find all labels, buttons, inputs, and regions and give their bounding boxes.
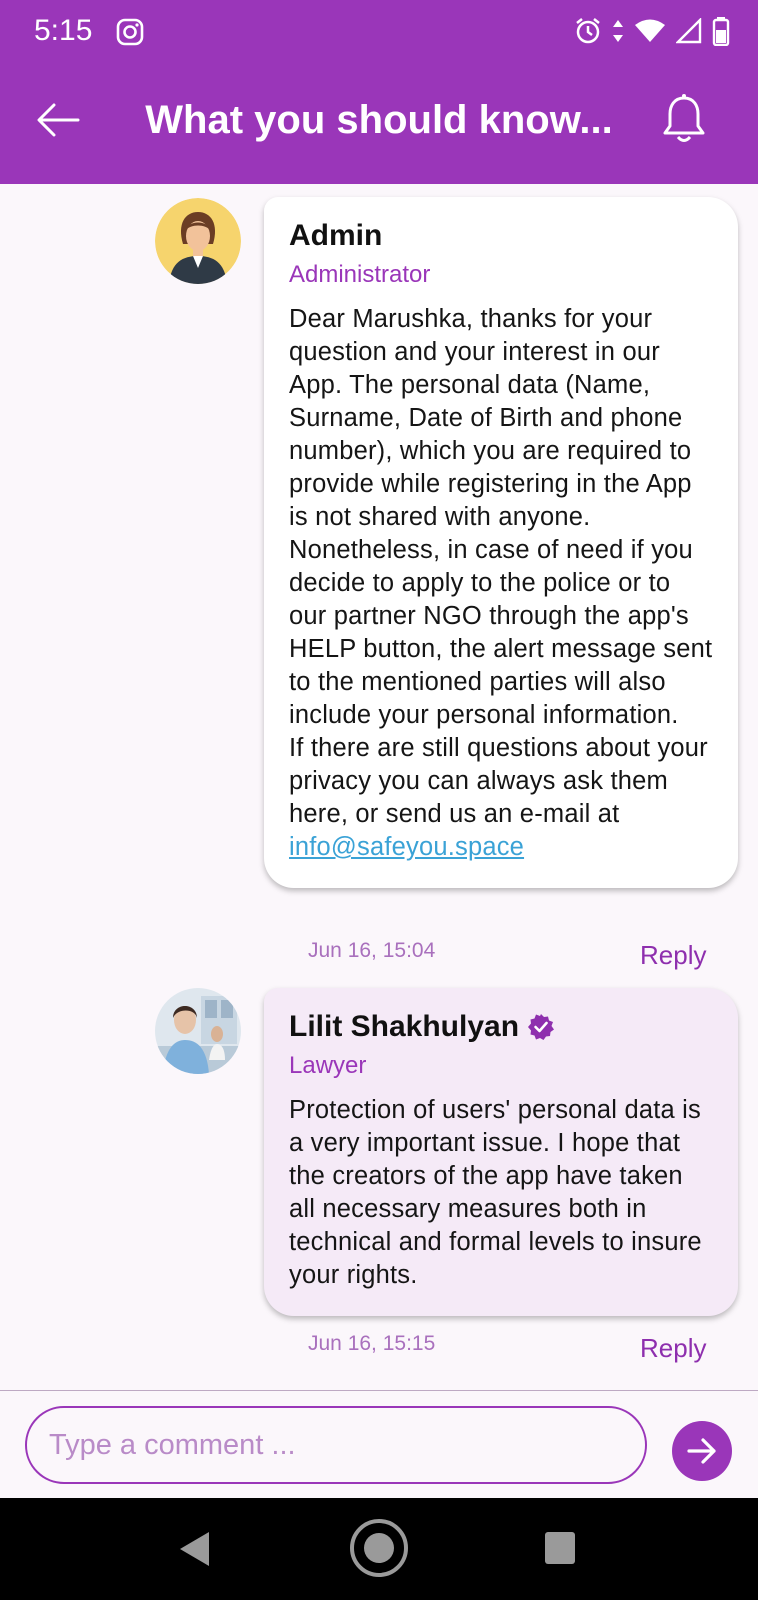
battery-icon [712,17,730,46]
comment-text: Dear Marushka, thanks for your question … [289,305,713,729]
arrow-right-icon [687,1438,716,1464]
comment-author: Lilit Shakhulyan [289,1010,714,1044]
comment-date: Jun 16, 15:04 [308,939,436,962]
avatar [155,198,241,284]
toolbar: What you should know... [0,64,758,184]
author-role: Lawyer [289,1052,367,1079]
verified-badge-icon [528,1014,555,1040]
nav-home-icon[interactable] [349,1518,409,1578]
comment-author: Admin [289,219,714,253]
comment-thread[interactable]: Admin Administrator Dear Marushka, thank… [0,184,758,1390]
nav-back-icon[interactable] [178,1530,212,1568]
comment-bubble: Admin Administrator Dear Marushka, thank… [264,197,738,888]
comment-body: Dear Marushka, thanks for your question … [289,303,714,864]
comment-body: Protection of users' personal data is a … [289,1096,702,1289]
back-arrow-icon[interactable] [34,96,82,144]
author-name: Lilit Shakhulyan [289,1010,520,1043]
data-arrows-icon [613,20,623,42]
admin-avatar-icon [155,198,241,284]
instagram-icon [116,18,144,46]
author-name: Admin [289,219,383,252]
page-title: What you should know... [145,98,613,142]
status-bar: 5:15 [0,0,758,64]
reply-button[interactable]: Reply [640,1333,706,1364]
comment-bubble: Lilit Shakhulyan Lawyer Protection of us… [264,988,738,1316]
avatar [155,988,241,1074]
comment-input[interactable] [25,1406,647,1484]
author-role: Administrator [289,261,431,288]
status-time: 5:15 [34,14,93,47]
status-icons [574,16,730,46]
cell-signal-icon [676,18,702,44]
wifi-icon [635,19,665,42]
send-button[interactable] [672,1421,732,1481]
app-bar: 5:15 What you should know... [0,0,758,184]
notification-bell-icon[interactable] [660,92,708,144]
nav-recents-icon[interactable] [545,1532,575,1564]
comment-text-continued: If there are still questions about your … [289,734,708,828]
lawyer-avatar-photo [155,988,241,1074]
comment-date: Jun 16, 15:15 [308,1332,436,1355]
alarm-icon [576,18,600,44]
email-link[interactable]: info@safeyou.space [289,833,524,861]
reply-button[interactable]: Reply [640,940,706,971]
comment-composer [0,1390,758,1499]
system-nav-bar [0,1498,758,1600]
